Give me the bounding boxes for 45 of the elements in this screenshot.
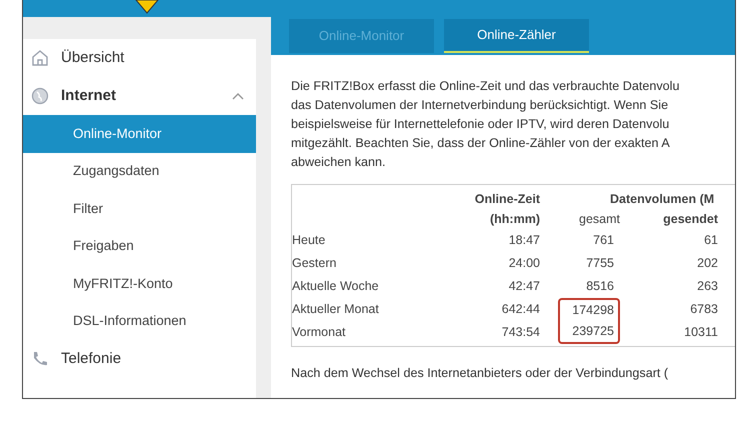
nav-subitem[interactable]: MyFRITZ!-Konto — [23, 265, 256, 302]
home-icon — [31, 49, 49, 67]
column-header: (hh:mm) — [489, 210, 540, 228]
nav-item[interactable]: Internet — [23, 77, 256, 115]
table-cell-text: Aktuelle Woche — [292, 278, 380, 296]
table-cell: 239725 — [558, 321, 620, 344]
nav-item[interactable]: Übersicht — [23, 39, 256, 77]
table-cell-text: 642:44 — [500, 301, 540, 318]
table-cell-text: 8516 — [585, 278, 615, 296]
footer-text-line: Nach dem Wechsel des Internetanbieters oder der Verbindungsart ( — [291, 365, 670, 382]
table-cell: 174298 — [558, 298, 620, 321]
table-cell-text: 7755 — [585, 255, 615, 272]
intro-text-line: Die FRITZ!Box erfasst die Online-Zeit und das verbrauchte Datenvolu — [291, 78, 680, 95]
column-header: gesendet — [662, 210, 718, 228]
table-cell-text: Vormonat — [292, 324, 347, 342]
intro-text-line: abweichen kann. — [291, 154, 387, 171]
table-cell-text: Gestern — [292, 255, 338, 272]
globe-icon — [31, 87, 49, 105]
nav-subitem[interactable]: Freigaben — [23, 228, 256, 265]
column-header: Datenvolumen (M — [610, 190, 714, 208]
column-header: Online-Zeit — [474, 190, 540, 208]
table-cell-text: 10311 — [683, 324, 718, 342]
table-cell-text: 202 — [696, 255, 718, 272]
intro-text-line: beispielsweise für Internettelefonie oder IPTV, wird deren Datenvolu — [291, 116, 670, 133]
intro-text-line: das Datenvolumen der Internetverbindung berücksichtigt. Wenn Sie — [291, 97, 670, 114]
nav-item[interactable]: Telefonie — [23, 340, 256, 378]
tab[interactable]: Online-Zähler — [444, 19, 589, 53]
table-cell-text: Aktueller Monat — [292, 301, 380, 318]
table-cell-text: 743:54 — [500, 324, 540, 342]
table-cell-text: 18:47 — [508, 232, 540, 250]
nav-subitem[interactable]: Online-Monitor — [23, 115, 256, 152]
phone-icon — [31, 350, 49, 368]
table-cell-text: 6783 — [689, 301, 718, 318]
table-cell-text: 24:00 — [508, 255, 540, 272]
table-cell-text: 42:47 — [508, 278, 540, 296]
logo-icon — [134, 0, 160, 14]
table-cell-text: Heute — [292, 232, 326, 250]
column-header: gesamt — [578, 210, 620, 228]
nav-subitem[interactable]: Zugangsdaten — [23, 152, 256, 190]
nav-subitem[interactable]: DSL-Informationen — [23, 302, 256, 340]
intro-text-line: mitgezählt. Beachten Sie, dass der Online-Zähler von der exakten A — [291, 135, 671, 152]
table-cell-text: 263 — [696, 278, 718, 296]
table-cell-text: 761 — [592, 232, 615, 250]
table-cell-text: 61 — [703, 232, 718, 250]
nav-subitem[interactable]: Filter — [23, 190, 256, 228]
